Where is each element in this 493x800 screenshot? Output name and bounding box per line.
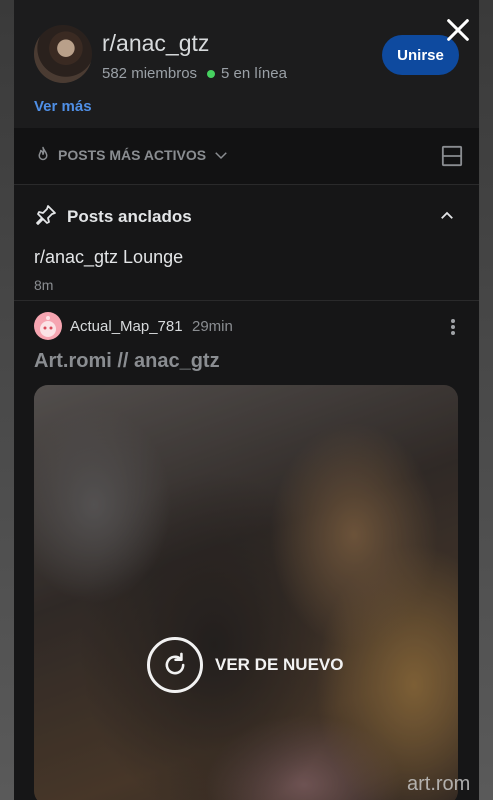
more-vertical-icon[interactable] bbox=[450, 318, 456, 336]
video-watermark: art.rom bbox=[407, 773, 471, 795]
community-sheet: r/anac_gtz 582 miembros 5 en línea Unirs… bbox=[14, 0, 479, 800]
backdrop-right bbox=[479, 0, 493, 800]
pinned-post-time: 8m bbox=[34, 277, 54, 293]
video-overlay bbox=[34, 385, 458, 800]
sort-bar: POSTS MÁS ACTIVOS bbox=[14, 128, 479, 185]
community-avatar[interactable] bbox=[34, 25, 92, 83]
post-author[interactable]: Actual_Map_781 bbox=[70, 318, 183, 335]
pinned-title: Posts anclados bbox=[67, 207, 192, 226]
flame-icon bbox=[38, 146, 48, 161]
replay-button[interactable]: VER DE NUEVO bbox=[147, 637, 343, 693]
pin-icon bbox=[36, 205, 56, 225]
backdrop-left bbox=[0, 0, 14, 800]
online-count: 5 en línea bbox=[221, 65, 287, 82]
close-icon[interactable] bbox=[444, 16, 472, 44]
pinned-section-header[interactable]: Posts anclados bbox=[14, 185, 479, 245]
author-avatar[interactable] bbox=[34, 312, 62, 340]
replay-label: VER DE NUEVO bbox=[215, 655, 344, 674]
community-name[interactable]: r/anac_gtz bbox=[102, 30, 209, 57]
community-header: r/anac_gtz 582 miembros 5 en línea Unirs… bbox=[14, 0, 479, 128]
pinned-post-title[interactable]: r/anac_gtz Lounge bbox=[34, 247, 183, 268]
sort-label: POSTS MÁS ACTIVOS bbox=[58, 147, 207, 163]
sort-selector[interactable]: POSTS MÁS ACTIVOS bbox=[34, 146, 230, 164]
post-time: 29min bbox=[192, 318, 233, 335]
post-title[interactable]: Art.romi // anac_gtz bbox=[34, 350, 220, 373]
card-layout-icon[interactable] bbox=[441, 145, 463, 167]
online-dot-icon bbox=[207, 69, 216, 78]
replay-circle bbox=[147, 637, 203, 693]
chevron-up-icon[interactable] bbox=[438, 207, 456, 225]
member-count: 582 miembros bbox=[102, 65, 198, 82]
chevron-down-icon bbox=[215, 152, 227, 160]
community-meta: 582 miembros 5 en línea bbox=[102, 65, 287, 82]
divider bbox=[14, 300, 479, 301]
replay-icon bbox=[165, 652, 185, 675]
post-video[interactable]: VER DE NUEVO bbox=[34, 385, 458, 800]
snoo-avatar-icon bbox=[40, 316, 56, 337]
see-more-link[interactable]: Ver más bbox=[34, 98, 92, 115]
